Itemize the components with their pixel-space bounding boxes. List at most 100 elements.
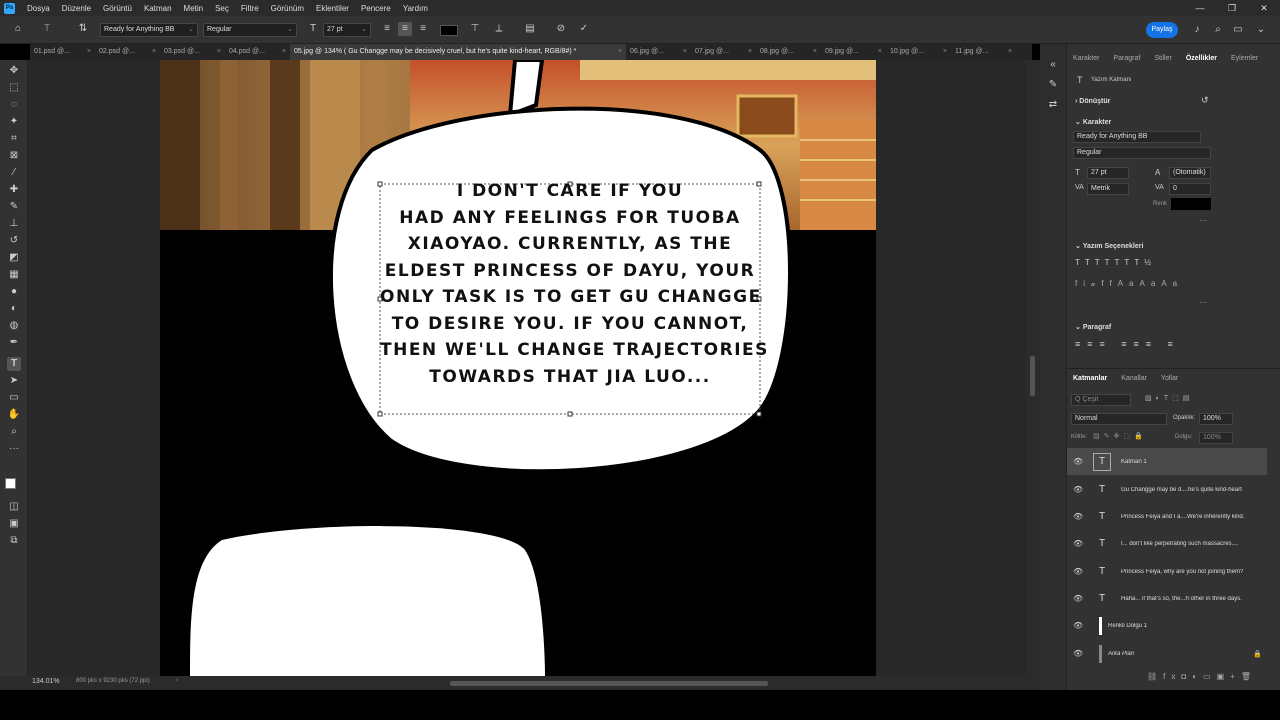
opacity-field[interactable]: 100% — [1199, 413, 1233, 425]
collapse-icon[interactable]: « — [1046, 58, 1060, 72]
text-orientation-icon[interactable]: ⇅ — [76, 22, 90, 36]
menu-eklentiler[interactable]: Eklentiler — [310, 4, 355, 13]
menu-sec[interactable]: Seç — [209, 4, 235, 13]
layer-filter-input[interactable]: Q Çeşit — [1071, 394, 1131, 406]
menu-katman[interactable]: Katman — [138, 4, 178, 13]
tab-05-active[interactable]: 05.jpg @ 134% ( Gu Changge may be decisi… — [290, 44, 626, 60]
reset-icon[interactable]: ↺ — [1201, 95, 1209, 106]
layer-row[interactable]: 👁 Renkli Dolgu 1 — [1067, 612, 1267, 639]
eye-icon[interactable]: 👁 — [1073, 621, 1083, 630]
kerning-field[interactable]: Metrik — [1087, 183, 1129, 195]
zoom-level[interactable]: 134.01% — [32, 678, 60, 685]
zoom-tool-icon[interactable]: ⌕ — [7, 425, 21, 439]
more-options-icon[interactable]: ··· — [1199, 298, 1207, 307]
tab-eylemler[interactable]: Eylemler — [1231, 55, 1258, 62]
paragraph-align-buttons[interactable]: ≡≡≡ ≡≡≡ ≡ — [1075, 339, 1180, 349]
chevron-right-icon[interactable]: › — [176, 677, 178, 684]
tab-10[interactable]: 10.jpg @... × — [886, 44, 951, 60]
align-right-icon[interactable]: ≡ — [416, 22, 430, 36]
tab-02[interactable]: 02.psd @... × — [95, 44, 160, 60]
tab-11[interactable]: 11.jpg @... × — [951, 44, 1016, 60]
eye-icon[interactable]: 👁 — [1073, 649, 1083, 658]
font-style-dropdown[interactable]: Regular — [1073, 147, 1211, 159]
menu-gorunum[interactable]: Görünüm — [265, 4, 310, 13]
history-brush-icon[interactable]: ↺ — [7, 234, 21, 248]
document-canvas[interactable]: I DON'T CARE IF YOU HAD ANY FEELINGS FOR… — [160, 60, 876, 676]
artboard-icon[interactable]: ⧉ — [7, 534, 21, 548]
eye-icon[interactable]: 👁 — [1073, 485, 1083, 494]
text-style-buttons[interactable]: TTTTTTT½ — [1075, 258, 1156, 267]
magic-wand-icon[interactable]: ✦ — [7, 115, 21, 129]
quick-mask-icon[interactable]: ◫ — [7, 500, 21, 514]
eye-icon[interactable]: 👁 — [1073, 512, 1083, 521]
pen-tool-icon[interactable]: ✒ — [7, 336, 21, 350]
brush-settings-icon[interactable]: ✎ — [1046, 78, 1060, 92]
lasso-tool-icon[interactable]: ◌ — [7, 98, 21, 112]
close-icon[interactable]: × — [748, 44, 752, 60]
menu-metin[interactable]: Metin — [178, 4, 210, 13]
menu-pencere[interactable]: Pencere — [355, 4, 397, 13]
vertical-scrollbar[interactable] — [1026, 60, 1040, 676]
leading-field[interactable]: (Otomatik) — [1169, 167, 1211, 179]
character-panel-icon[interactable]: ⟂ — [492, 22, 506, 36]
warp-text-icon[interactable]: ⊤ — [468, 22, 482, 36]
more-options-icon[interactable]: ··· — [1199, 216, 1207, 225]
text-color-swatch[interactable] — [440, 25, 458, 36]
close-icon[interactable]: × — [618, 44, 622, 60]
layers-footer-icons[interactable]: ⛓fx◘◐▭▣+🗑 — [1147, 672, 1257, 681]
hand-tool-icon[interactable]: ✋ — [7, 408, 21, 422]
restore-icon[interactable]: ❐ — [1216, 0, 1248, 16]
screen-mode-icon[interactable]: ▣ — [7, 517, 21, 531]
menu-duzenle[interactable]: Düzenle — [56, 4, 97, 13]
eraser-icon[interactable]: ◩ — [7, 251, 21, 265]
menu-yardim[interactable]: Yardım — [397, 4, 434, 13]
frame-tool-icon[interactable]: ⊠ — [7, 149, 21, 163]
tab-stiller[interactable]: Stiller — [1154, 55, 1172, 62]
healing-brush-icon[interactable]: ✚ — [7, 183, 21, 197]
layer-row[interactable]: 👁 T Katman 1 — [1067, 448, 1267, 475]
cancel-icon[interactable]: ⊘ — [554, 22, 568, 36]
tab-03[interactable]: 03.psd @... × — [160, 44, 225, 60]
marquee-tool-icon[interactable]: ⬚ — [7, 81, 21, 95]
menu-dosya[interactable]: Dosya — [21, 4, 56, 13]
horizontal-scroll-thumb[interactable] — [450, 681, 768, 686]
adjust-icon[interactable]: ⇄ — [1046, 98, 1060, 112]
rectangle-tool-icon[interactable]: ▭ — [7, 391, 21, 405]
paragraph-section[interactable]: ⌄ Paragraf — [1075, 323, 1111, 331]
layer-row[interactable]: 👁 T Princess Feiya, why are you not joinin… — [1067, 558, 1267, 585]
close-icon[interactable]: × — [813, 44, 817, 60]
gradient-tool-icon[interactable]: ▦ — [7, 268, 21, 282]
tab-paragraf[interactable]: Paragraf — [1113, 55, 1140, 62]
blend-mode-dropdown[interactable]: Normal — [1071, 413, 1167, 425]
font-family-dropdown[interactable]: Ready for Anything BB — [1073, 131, 1201, 143]
eye-icon[interactable]: 👁 — [1073, 567, 1083, 576]
bell-icon[interactable]: ♪ — [1190, 23, 1204, 37]
eye-icon[interactable]: 👁 — [1073, 594, 1083, 603]
tab-08[interactable]: 08.jpg @... × — [756, 44, 821, 60]
layer-row[interactable]: 👁 T Princess Feiya and I a....We're inhere… — [1067, 503, 1267, 530]
eye-icon[interactable]: 👁 — [1073, 539, 1083, 548]
blur-tool-icon[interactable]: ● — [7, 285, 21, 299]
eye-icon[interactable]: 👁 — [1073, 457, 1083, 466]
sponge-icon[interactable]: ◍ — [7, 319, 21, 333]
close-icon[interactable]: × — [683, 44, 687, 60]
close-icon[interactable]: × — [217, 44, 221, 60]
tab-06[interactable]: 06.jpg @... × — [626, 44, 691, 60]
font-size-select[interactable]: 27 pt ⌄ — [323, 23, 371, 37]
font-size-field[interactable]: 27 pt — [1087, 167, 1129, 179]
tab-07[interactable]: 07.jpg @... × — [691, 44, 756, 60]
align-center-icon[interactable]: ≡ — [398, 22, 412, 36]
tab-karakter[interactable]: Karakter — [1073, 55, 1099, 62]
tab-09[interactable]: 09.jpg @... × — [821, 44, 886, 60]
path-selection-icon[interactable]: ➤ — [7, 374, 21, 388]
tab-katmanlar[interactable]: Katmanlar — [1073, 375, 1107, 382]
speech-bubble-text[interactable]: I DON'T CARE IF YOU HAD ANY FEELINGS FOR… — [380, 178, 767, 390]
layer-row[interactable]: 👁 T Haha... if that's so, the...h other in… — [1067, 585, 1267, 612]
fill-field[interactable]: 100% — [1199, 432, 1233, 444]
close-icon[interactable]: × — [1008, 44, 1012, 60]
menu-goruntu[interactable]: Görüntü — [97, 4, 138, 13]
eyedropper-icon[interactable]: ⁄ — [7, 166, 21, 180]
brush-tool-icon[interactable]: ✎ — [7, 200, 21, 214]
tab-kanallar[interactable]: Kanallar — [1121, 375, 1147, 382]
foreground-color-swatch[interactable] — [5, 478, 16, 489]
